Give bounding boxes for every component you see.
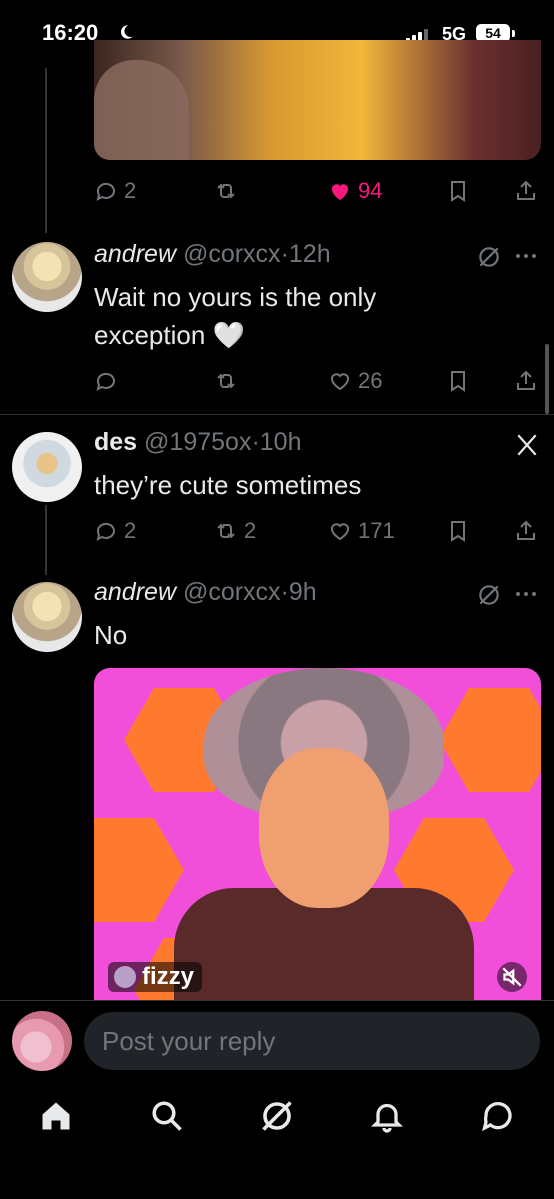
repost-count: 2 (244, 518, 257, 543)
bookmark-button[interactable] (446, 516, 470, 546)
x-logo-icon[interactable] (514, 432, 540, 458)
repost-icon (217, 373, 235, 389)
separator-dot: · (280, 578, 289, 606)
like-count: 26 (358, 368, 383, 393)
reply-button[interactable]: 2 (94, 176, 136, 206)
home-icon[interactable] (38, 1098, 74, 1134)
post-time: 9h (288, 578, 317, 606)
thread-line (45, 505, 47, 575)
comment-icon (96, 372, 115, 391)
reply-button[interactable] (94, 366, 118, 396)
avatar[interactable] (12, 242, 82, 312)
grok-icon[interactable] (476, 244, 502, 270)
post-actions: 2 2 171 (94, 516, 544, 546)
grok-icon[interactable] (259, 1098, 295, 1134)
share-button[interactable] (514, 176, 538, 206)
repost-icon (217, 183, 235, 199)
user-handle[interactable]: @corxcx (183, 240, 281, 268)
share-icon (517, 370, 535, 390)
post-time: 12h (288, 240, 331, 268)
like-count: 171 (358, 518, 395, 543)
post-header: des @1975ox·10h (94, 428, 302, 457)
comment-icon (96, 182, 115, 201)
thread-line (45, 68, 47, 233)
gif-source-tag[interactable]: fizzy (108, 962, 203, 992)
post-time: 10h (259, 428, 302, 456)
bg-hexagon (439, 688, 541, 792)
reply-input[interactable]: Post your reply (84, 1012, 540, 1070)
image-hand (94, 60, 189, 160)
user-handle[interactable]: @corxcx (183, 578, 281, 606)
like-button[interactable]: 171 (328, 516, 395, 546)
source-avatar (114, 966, 136, 988)
share-button[interactable] (514, 366, 538, 396)
reply-button[interactable]: 2 (94, 516, 136, 546)
gif-figure-face (259, 748, 389, 908)
bottom-tab-bar (0, 1080, 554, 1199)
post-header: andrew @corxcx·12h (94, 240, 331, 269)
repost-icon (217, 523, 235, 539)
post-actions: 2 94 (94, 176, 544, 206)
search-icon[interactable] (149, 1098, 185, 1134)
more-icon[interactable] (514, 248, 538, 264)
display-name[interactable]: andrew (94, 578, 176, 606)
bookmark-icon (451, 521, 465, 542)
reply-bar: Post your reply (0, 1000, 554, 1081)
bookmark-button[interactable] (446, 176, 470, 206)
my-avatar[interactable] (12, 1011, 72, 1071)
post-gif[interactable]: fizzy (94, 668, 541, 1000)
post-image[interactable] (94, 40, 541, 160)
repost-button[interactable]: 2 (214, 516, 256, 546)
messages-icon[interactable] (480, 1098, 516, 1134)
battery-tip (512, 30, 515, 37)
avatar[interactable] (12, 432, 82, 502)
post-text: No (94, 620, 128, 650)
bookmark-icon (451, 371, 465, 392)
display-name[interactable]: andrew (94, 240, 176, 268)
repost-button[interactable] (214, 366, 238, 396)
mute-button[interactable] (497, 962, 527, 992)
comment-icon (96, 522, 115, 541)
heart-icon (331, 523, 349, 541)
reply-count: 2 (124, 518, 137, 543)
moon-icon (120, 25, 133, 39)
bg-hexagon (94, 818, 184, 922)
bookmark-button[interactable] (446, 366, 470, 396)
like-button[interactable]: 94 (328, 176, 382, 206)
user-handle[interactable]: @1975ox (144, 428, 251, 456)
post-actions: 26 (94, 366, 544, 396)
repost-button[interactable] (214, 176, 238, 206)
bell-icon[interactable] (369, 1098, 405, 1134)
separator-dot: · (280, 240, 289, 268)
heart-icon (331, 373, 349, 391)
bookmark-icon (451, 181, 465, 202)
post-header: andrew @corxcx·9h (94, 578, 317, 607)
post-text: they’re cute sometimes (94, 470, 362, 500)
like-count: 94 (358, 178, 383, 203)
heart-icon (331, 184, 349, 200)
like-button[interactable]: 26 (328, 366, 382, 396)
scrollbar[interactable] (545, 344, 549, 414)
share-icon (517, 180, 535, 200)
more-icon[interactable] (514, 586, 538, 602)
muted-speaker-icon (502, 967, 522, 987)
avatar[interactable] (12, 582, 82, 652)
share-button[interactable] (514, 516, 538, 546)
status-time: 16:20 (42, 20, 99, 45)
post-text: Wait no yours is the only exception 🤍 (94, 282, 377, 350)
share-icon (517, 520, 535, 540)
grok-icon[interactable] (476, 582, 502, 608)
display-name[interactable]: des (94, 428, 137, 456)
post-divider (0, 414, 554, 415)
reply-count: 2 (124, 178, 137, 203)
gif-source-label: fizzy (142, 963, 195, 990)
separator-dot: · (251, 428, 260, 456)
